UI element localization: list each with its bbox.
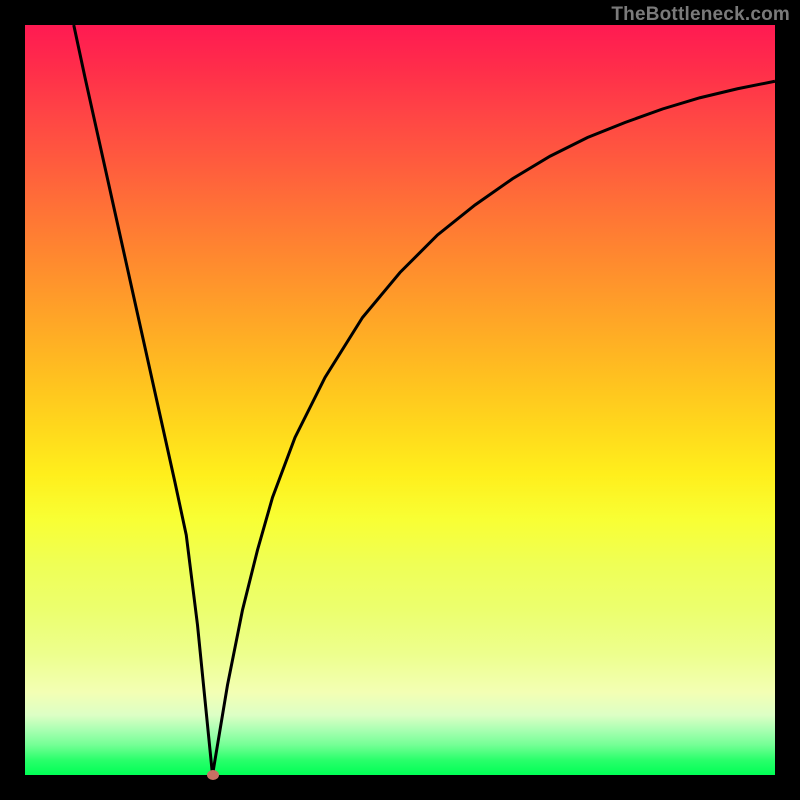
watermark-text: TheBottleneck.com — [611, 4, 790, 26]
optimum-marker — [207, 770, 219, 780]
curve-layer — [25, 25, 775, 775]
bottleneck-curve — [74, 25, 775, 775]
chart-frame: TheBottleneck.com — [0, 0, 800, 800]
